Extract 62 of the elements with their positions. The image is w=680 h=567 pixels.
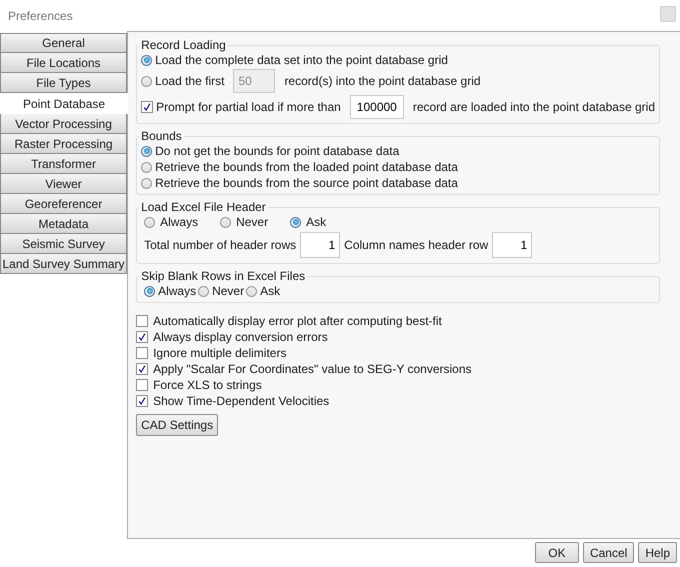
option-label: Never [212,284,244,298]
category-tab[interactable]: File Locations [0,53,128,73]
option-label: Never [236,215,268,229]
option-label: Retrieve the bounds from the source point database data [155,176,458,190]
category-tab[interactable]: Viewer [0,174,128,194]
radio-button[interactable] [144,216,156,228]
radio-button[interactable] [141,54,152,66]
group-title: Skip Blank Rows in Excel Files [140,269,306,283]
checkbox[interactable] [141,101,154,113]
group-title: Load Excel File Header [140,200,267,214]
dialog-button[interactable]: Help [638,542,677,563]
radio-button[interactable] [141,146,152,156]
checkbox[interactable] [136,363,148,375]
category-tab[interactable]: Metadata [0,214,128,234]
option-label: Do not get the bounds for point database data [155,144,400,158]
category-tab[interactable]: Vector Processing [0,114,128,134]
radio-button[interactable] [198,286,210,296]
group-title: Bounds [140,129,183,143]
number-field[interactable]: 1 [492,232,532,258]
option-label: Always display conversion errors [153,330,328,344]
category-tab[interactable]: Land Survey Summary [0,254,128,274]
dialog-button[interactable]: OK [534,542,579,563]
record-threshold-field[interactable]: 100000 [350,95,404,119]
option-label: Load the first [155,74,224,88]
radio-button[interactable] [290,216,302,228]
option-label: Prompt for partial load if more than [156,100,341,114]
category-tab[interactable]: File Types [0,73,128,93]
category-tab[interactable]: Seismic Survey [0,234,128,254]
number-field[interactable]: 1 [300,232,340,258]
option-label: Show Time-Dependent Velocities [153,394,330,408]
category-tab[interactable]: Raster Processing [0,134,128,154]
category-tab[interactable]: Transformer [0,154,128,174]
option-label: Always [158,284,196,298]
radio-button[interactable] [141,178,152,188]
option-label: Always [160,215,198,229]
field-label: Total number of header rows [144,238,296,252]
radio-button[interactable] [141,162,152,172]
radio-button[interactable] [246,286,258,296]
checkbox[interactable] [136,331,148,343]
option-label: Ignore multiple delimiters [153,346,286,360]
window-title: Preferences [8,8,73,22]
option-label: Apply "Scalar For Coordinates" value to SEG-Y conversions [153,362,472,376]
option-label: record are loaded into the point database grid [412,100,655,114]
option-label: Automatically display error plot after computing best-fit [153,314,442,328]
option-label: Force XLS to strings [153,378,262,392]
dialog-button[interactable]: Cancel [582,542,634,563]
cad-settings-button[interactable]: CAD Settings [136,414,218,436]
option-label: Ask [260,284,280,298]
radio-button[interactable] [144,286,156,296]
option-label: Ask [306,215,326,229]
checkbox[interactable] [136,379,148,391]
radio-button[interactable] [220,216,232,228]
category-tab[interactable]: Georeferencer [0,194,128,214]
group-title: Record Loading [140,38,227,52]
category-tab[interactable]: General [0,33,128,53]
option-label: Load the complete data set into the point database grid [155,53,448,67]
option-label: record(s) into the point database grid [284,74,481,88]
checkbox[interactable] [136,315,148,327]
checkbox[interactable] [136,347,148,359]
checkbox[interactable] [136,395,148,407]
option-label: Retrieve the bounds from the loaded point database data [155,160,458,174]
field-label: Column names header row [344,238,488,252]
